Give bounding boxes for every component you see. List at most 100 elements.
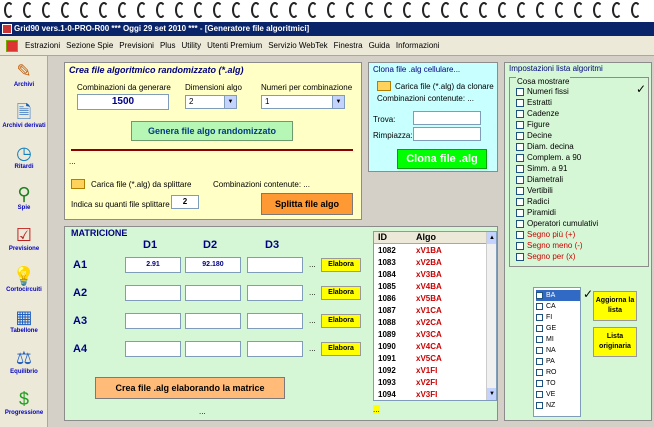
toolbar-button[interactable]: 🗎 Archivi derivati — [0, 101, 47, 129]
checkbox-icon[interactable] — [536, 379, 543, 387]
checkbox-icon[interactable] — [516, 186, 524, 195]
checkbox-icon[interactable] — [536, 346, 543, 354]
list-item[interactable]: 1082 xV1BA — [374, 245, 486, 257]
list-item[interactable]: 1083 xV2BA — [374, 257, 486, 269]
checkbox-icon[interactable] — [516, 219, 524, 228]
dimensions-select[interactable]: 2 ▼ — [185, 95, 237, 109]
checkbox-icon[interactable] — [536, 390, 543, 398]
matrix-cell[interactable] — [247, 285, 303, 301]
checkbox-icon[interactable] — [516, 175, 524, 184]
checkbox-icon[interactable] — [536, 313, 543, 321]
id-column-header[interactable]: ID — [378, 232, 387, 242]
matrix-cell[interactable] — [185, 285, 241, 301]
list-item[interactable]: 1084 xV3BA — [374, 269, 486, 281]
show-option-checkbox[interactable]: Diametrali — [516, 174, 563, 185]
elabora-button[interactable]: Elabora — [321, 314, 361, 328]
wheel-item[interactable]: GE — [536, 323, 556, 334]
show-option-checkbox[interactable]: Diam. decina — [516, 141, 574, 152]
list-item[interactable]: 1086 xV5BA — [374, 293, 486, 305]
find-input[interactable] — [413, 111, 481, 125]
update-list-button[interactable]: Aggiorna la lista — [593, 291, 637, 321]
checkbox-icon[interactable] — [516, 120, 524, 129]
matrix-cell[interactable] — [247, 341, 303, 357]
checkbox-icon[interactable] — [516, 153, 524, 162]
list-item[interactable]: 1092 xV1FI — [374, 365, 486, 377]
checkbox-icon[interactable] — [516, 87, 524, 96]
checkbox-icon[interactable] — [536, 401, 543, 409]
checkbox-icon[interactable] — [536, 335, 543, 343]
scroll-up-icon[interactable]: ▲ — [487, 232, 496, 244]
scroll-down-icon[interactable]: ▼ — [487, 388, 496, 400]
clone-button[interactable]: Clona file .alg — [397, 149, 487, 169]
show-option-checkbox[interactable]: Radici — [516, 196, 549, 207]
folder-icon[interactable] — [377, 81, 391, 91]
chevron-down-icon[interactable]: ▼ — [224, 96, 236, 108]
matrix-cell[interactable]: 2.91 — [125, 257, 181, 273]
checkbox-icon[interactable] — [536, 324, 543, 332]
checkbox-icon[interactable] — [516, 208, 524, 217]
show-option-checkbox[interactable]: Piramidi — [516, 207, 556, 218]
checkbox-icon[interactable] — [516, 131, 524, 140]
matrix-cell[interactable] — [185, 313, 241, 329]
show-option-checkbox[interactable]: Vertibili — [516, 185, 553, 196]
show-option-checkbox[interactable]: Segno meno (-) — [516, 240, 583, 251]
toolbar-button[interactable]: ☑ Previsione — [0, 224, 47, 252]
list-item[interactable]: 1090 xV4CA — [374, 341, 486, 353]
algo-list[interactable]: ID Algo 1082 xV1BA 1083 xV2BA 1084 xV3BA 1085 x… — [373, 231, 497, 401]
show-option-checkbox[interactable]: Cadenze — [516, 108, 559, 119]
matrix-cell[interactable] — [125, 313, 181, 329]
create-from-matrix-button[interactable]: Crea file .alg elaborando la matrice — [95, 377, 285, 399]
toolbar-button[interactable]: ✎ Archivi — [0, 60, 47, 88]
menu-item[interactable]: Servizio WebTek — [265, 41, 330, 50]
show-option-checkbox[interactable]: Figure — [516, 119, 550, 130]
menu-item[interactable]: Guida — [366, 41, 393, 50]
list-item[interactable]: 1089 xV3CA — [374, 329, 486, 341]
matrix-cell[interactable] — [247, 257, 303, 273]
show-option-checkbox[interactable]: Decine — [516, 130, 552, 141]
algo-column-header[interactable]: Algo — [416, 232, 436, 242]
wheel-item[interactable]: PA — [536, 356, 555, 367]
show-option-checkbox[interactable]: Operatori cumulativi — [516, 218, 598, 229]
checkbox-icon[interactable] — [516, 98, 524, 107]
checkbox-icon[interactable] — [516, 109, 524, 118]
matrix-cell[interactable] — [125, 285, 181, 301]
wheel-item[interactable]: MI — [536, 334, 554, 345]
split-count-input[interactable]: 2 — [171, 195, 199, 209]
chevron-down-icon[interactable]: ▼ — [332, 96, 344, 108]
menu-item[interactable]: Finestra — [331, 41, 366, 50]
elabora-button[interactable]: Elabora — [321, 342, 361, 356]
checkbox-icon[interactable] — [516, 230, 524, 239]
list-item[interactable]: 1091 xV5CA — [374, 353, 486, 365]
wheel-item[interactable]: VE — [536, 389, 555, 400]
menu-item[interactable]: Previsioni — [116, 41, 157, 50]
toolbar-button[interactable]: 💡 Cortocircuiti — [0, 265, 47, 293]
split-button[interactable]: Splitta file algo — [261, 193, 353, 215]
show-option-checkbox[interactable]: Simm. a 91 — [516, 163, 567, 174]
show-option-checkbox[interactable]: Estratti — [516, 97, 552, 108]
show-option-checkbox[interactable]: Complem. a 90 — [516, 152, 581, 163]
list-item[interactable]: 1087 xV1CA — [374, 305, 486, 317]
toolbar-button[interactable]: ⚲ Spie — [0, 183, 47, 211]
wheel-item[interactable]: FI — [536, 312, 552, 323]
checkbox-icon[interactable] — [536, 357, 543, 365]
checkbox-icon[interactable] — [516, 197, 524, 206]
list-item[interactable]: 1094 xV3FI — [374, 389, 486, 400]
wheel-item[interactable]: NZ — [536, 400, 555, 411]
folder-icon[interactable] — [71, 179, 85, 189]
toolbar-button[interactable]: $ Progressione — [0, 388, 47, 416]
list-item[interactable]: 1085 xV4BA — [374, 281, 486, 293]
matrix-cell[interactable] — [185, 341, 241, 357]
wheel-item[interactable]: BA — [536, 290, 580, 301]
checkbox-icon[interactable] — [516, 252, 524, 261]
menu-item[interactable]: Utenti Premium — [204, 41, 265, 50]
toolbar-button[interactable]: ◷ Ritardi — [0, 142, 47, 170]
toolbar-button[interactable]: ⚖ Equilibrio — [0, 347, 47, 375]
elabora-button[interactable]: Elabora — [321, 258, 361, 272]
toolbar-button[interactable]: ▦ Tabellone — [0, 306, 47, 334]
checkbox-icon[interactable] — [536, 291, 543, 299]
checkbox-icon[interactable] — [516, 241, 524, 250]
wheel-item[interactable]: RO — [536, 367, 557, 378]
list-scrollbar[interactable]: ▲ ▼ — [486, 232, 496, 400]
replace-input[interactable] — [413, 127, 481, 141]
checkbox-icon[interactable] — [516, 164, 524, 173]
